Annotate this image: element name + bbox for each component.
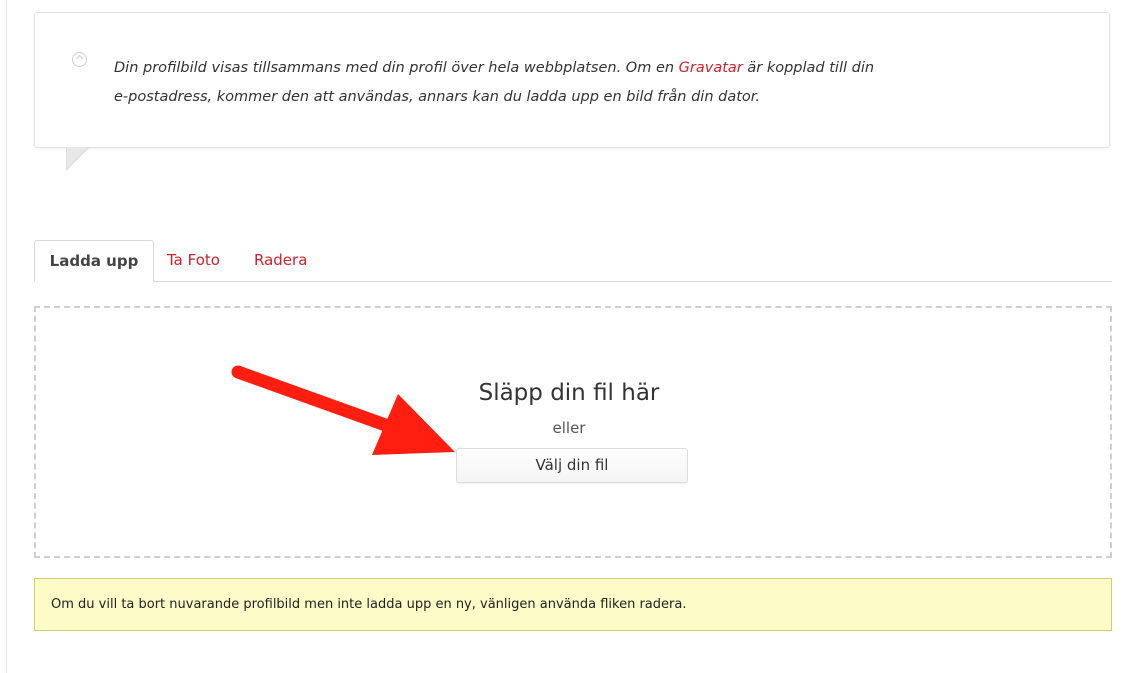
dropzone-or-text: eller bbox=[552, 419, 586, 437]
info-text-before-link: Din profilbild visas tillsammans med din… bbox=[114, 60, 679, 76]
info-text-after-link: är kopplad till din bbox=[742, 60, 875, 76]
red-arrow-icon bbox=[231, 365, 455, 455]
bubble-tail-inner bbox=[67, 147, 88, 168]
left-divider bbox=[6, 0, 7, 673]
gravatar-link[interactable]: Gravatar bbox=[679, 60, 743, 76]
tab-upload[interactable]: Ladda upp bbox=[34, 240, 154, 282]
tab-delete[interactable]: Radera bbox=[254, 240, 307, 281]
profile-picture-page: Din profilbild visas tillsammans med din… bbox=[0, 0, 1128, 673]
notice-box: Om du vill ta bort nuvarande profilbild … bbox=[34, 578, 1112, 631]
upload-tabs: Ladda upp Ta Foto Radera bbox=[34, 240, 1112, 282]
info-text: Din profilbild visas tillsammans med din… bbox=[78, 54, 978, 112]
info-text-line2: e-postadress, kommer den att användas, a… bbox=[114, 89, 761, 105]
choose-file-button[interactable]: Välj din fil bbox=[456, 448, 688, 483]
dropzone-title: Släpp din fil här bbox=[478, 380, 660, 406]
notice-text: Om du vill ta bort nuvarande profilbild … bbox=[51, 597, 687, 612]
tab-take-photo[interactable]: Ta Foto bbox=[167, 240, 220, 281]
